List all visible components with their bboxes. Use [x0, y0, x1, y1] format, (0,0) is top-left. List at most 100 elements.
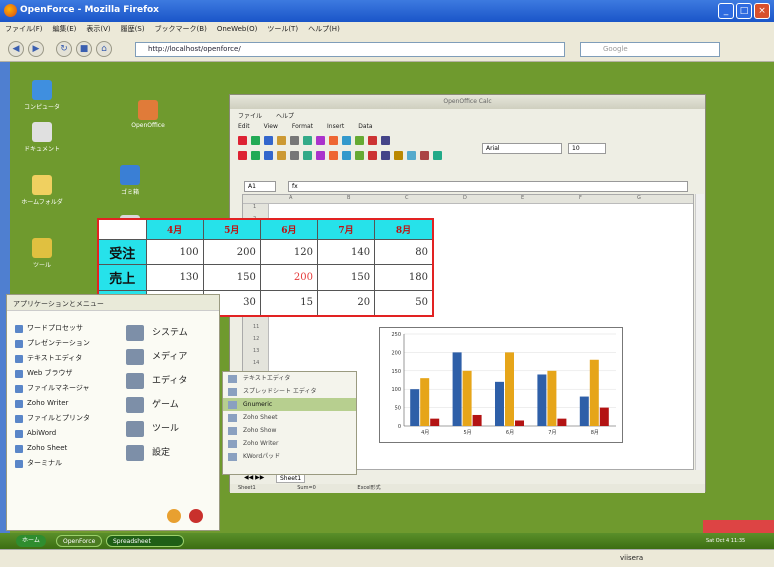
home-icon[interactable]: ⌂: [96, 41, 112, 57]
chart-bar[interactable]: [472, 414, 482, 426]
submenu-item[interactable]: テキストエディタ: [223, 372, 356, 385]
toolbar-button-icon[interactable]: [238, 136, 247, 145]
submenu-item[interactable]: KWordパッド: [223, 450, 356, 463]
table-cell[interactable]: 130: [145, 264, 204, 291]
row-header[interactable]: 11: [253, 324, 259, 330]
column-header[interactable]: F: [579, 195, 582, 201]
toolbar-button-icon[interactable]: [264, 136, 273, 145]
stop-icon[interactable]: ■: [76, 41, 92, 57]
desktop-icon[interactable]: OpenOffice: [118, 100, 178, 129]
start-menu-category[interactable]: メディア: [122, 345, 217, 369]
column-header[interactable]: D: [463, 195, 467, 201]
font-size-select[interactable]: 10: [568, 143, 606, 154]
chart-bar[interactable]: [579, 396, 589, 426]
start-menu-category[interactable]: ゲーム: [122, 393, 217, 417]
submenu-item[interactable]: スプレッドシート エディタ: [223, 385, 356, 398]
chart-bar[interactable]: [505, 352, 514, 426]
browser-menu-item[interactable]: ツール(T): [262, 22, 303, 36]
maximize-button[interactable]: □: [736, 3, 752, 19]
start-menu-item[interactable]: Zoho Writer: [15, 396, 115, 411]
row-header[interactable]: 14: [253, 360, 259, 366]
bar-chart[interactable]: 0 50 100 150 200 250 4月 5月 6月 7月 8月: [379, 327, 623, 443]
table-cell[interactable]: 80: [374, 238, 434, 266]
taskbar-home[interactable]: ホーム: [16, 535, 46, 547]
browser-menu-item[interactable]: OneWeb(O): [212, 23, 263, 35]
url-input[interactable]: http://localhost/openforce/: [135, 42, 565, 57]
vertical-scrollbar[interactable]: [695, 194, 704, 470]
table-cell[interactable]: 200: [202, 238, 261, 266]
toolbar-button-icon[interactable]: [264, 151, 273, 160]
toolbar-button-icon[interactable]: [368, 136, 377, 145]
submenu-item[interactable]: Gnumeric: [223, 398, 356, 411]
shutdown-icon[interactable]: [189, 509, 203, 523]
toolbar-button-icon[interactable]: [316, 151, 325, 160]
tab-sheet1[interactable]: Sheet1: [276, 474, 306, 483]
column-header[interactable]: E: [521, 195, 524, 201]
toolbar-button-icon[interactable]: [420, 151, 429, 160]
row-header[interactable]: 12: [253, 336, 259, 342]
toolbar-button-icon[interactable]: [290, 151, 299, 160]
calc-menu-item[interactable]: View: [264, 123, 278, 130]
tab-nav-icon[interactable]: ◀◀ ▶▶: [244, 474, 264, 481]
column-header[interactable]: B: [347, 195, 350, 201]
row-label[interactable]: 受注: [97, 238, 147, 266]
table-cell[interactable]: 140: [316, 238, 376, 266]
reload-icon[interactable]: ↻: [56, 41, 72, 57]
calc-window-menu-item[interactable]: ヘルプ: [276, 113, 294, 120]
table-cell[interactable]: 150: [202, 264, 261, 291]
calc-menu-item[interactable]: Edit: [238, 123, 250, 130]
chart-bar[interactable]: [495, 381, 504, 426]
formula-input[interactable]: fx: [288, 181, 688, 192]
logout-icon[interactable]: [167, 509, 181, 523]
chart-bar[interactable]: [557, 418, 567, 426]
row-header[interactable]: 1: [253, 204, 256, 210]
forward-icon[interactable]: ▶: [28, 41, 44, 57]
table-cell[interactable]: 20: [316, 289, 376, 317]
toolbar-button-icon[interactable]: [303, 151, 312, 160]
row-label[interactable]: 売上: [97, 264, 147, 291]
month-header[interactable]: 7月: [316, 218, 376, 240]
column-header[interactable]: C: [405, 195, 409, 201]
toolbar-button-icon[interactable]: [277, 151, 286, 160]
month-header[interactable]: 4月: [145, 218, 204, 240]
start-menu-item[interactable]: ワードプロセッサ: [15, 321, 115, 336]
back-icon[interactable]: ◀: [8, 41, 24, 57]
month-header[interactable]: 8月: [374, 218, 434, 240]
table-cell[interactable]: 180: [374, 264, 434, 291]
chart-bar[interactable]: [599, 407, 609, 426]
toolbar-button-icon[interactable]: [342, 136, 351, 145]
start-menu-item[interactable]: プレゼンテーション: [15, 336, 115, 351]
toolbar-button-icon[interactable]: [433, 151, 442, 160]
browser-menu-item[interactable]: ファイル(F): [0, 22, 48, 36]
chart-bar[interactable]: [547, 370, 557, 426]
name-box[interactable]: A1: [244, 181, 276, 192]
search-input[interactable]: Google: [580, 42, 720, 57]
toolbar-button-icon[interactable]: [251, 136, 260, 145]
start-menu-category[interactable]: ツール: [122, 417, 217, 441]
toolbar-button-icon[interactable]: [316, 136, 325, 145]
start-menu-item[interactable]: ターミナル: [15, 456, 115, 471]
toolbar-button-icon[interactable]: [290, 136, 299, 145]
toolbar-button-icon[interactable]: [329, 151, 338, 160]
table-cell[interactable]: 150: [316, 264, 376, 291]
toolbar-button-icon[interactable]: [277, 136, 286, 145]
calc-menu-item[interactable]: Insert: [327, 123, 344, 130]
start-menu-category[interactable]: 設定: [122, 441, 217, 465]
month-header[interactable]: 5月: [202, 218, 261, 240]
toolbar-button-icon[interactable]: [342, 151, 351, 160]
browser-menu-item[interactable]: 編集(E): [48, 22, 82, 36]
table-cell[interactable]: 200: [259, 264, 318, 291]
row-header[interactable]: 13: [253, 348, 259, 354]
start-menu-item[interactable]: Zoho Sheet: [15, 441, 115, 456]
chart-bar[interactable]: [589, 359, 599, 426]
desktop-icon[interactable]: コンピュータ: [12, 80, 72, 111]
column-header[interactable]: G: [637, 195, 641, 201]
desktop-icon[interactable]: ホームフォルダ: [12, 175, 72, 206]
taskbar-spreadsheet[interactable]: Spreadsheet: [106, 535, 184, 547]
start-menu-item[interactable]: ファイルとプリンタ: [15, 411, 115, 426]
chart-bar[interactable]: [452, 352, 462, 426]
browser-menu-item[interactable]: 表示(V): [81, 22, 115, 36]
start-menu-item[interactable]: AbiWord: [15, 426, 115, 441]
toolbar-button-icon[interactable]: [329, 136, 338, 145]
toolbar-button-icon[interactable]: [303, 136, 312, 145]
